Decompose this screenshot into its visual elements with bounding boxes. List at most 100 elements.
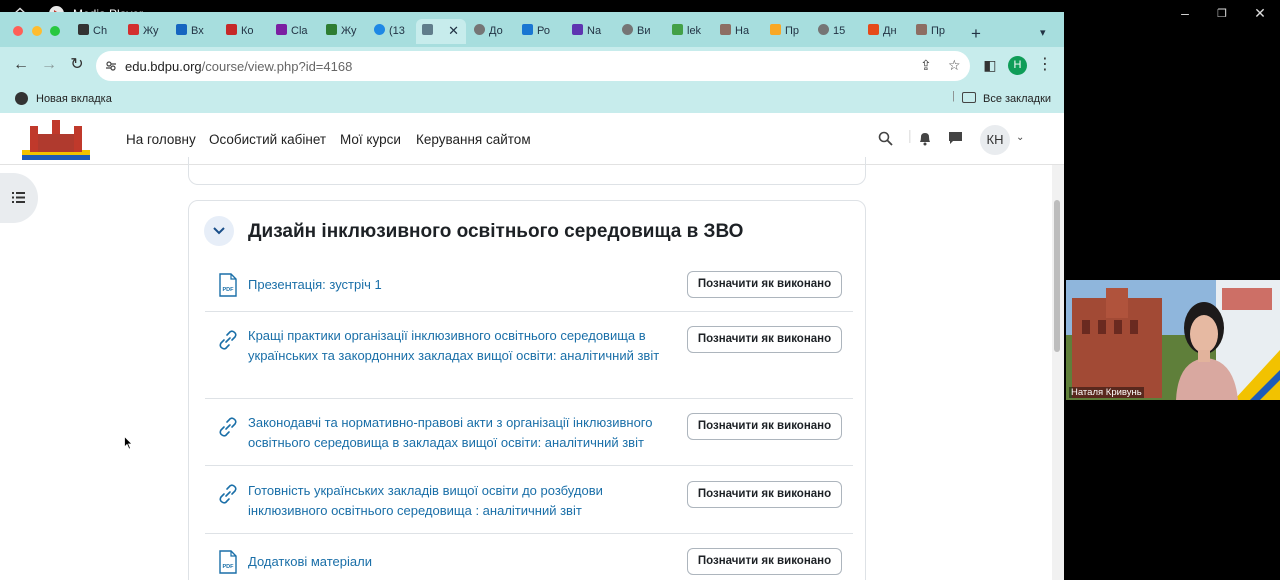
activity-link[interactable]: Додаткові матеріали: [248, 552, 678, 572]
tab-label: Ha: [735, 25, 750, 37]
browser-menu-icon[interactable]: ⋮: [1036, 56, 1054, 74]
tab-strip: Ch Жу Вх Ко Cla Жу (13 ✕ До Ро Na Ви lek…: [0, 12, 1064, 44]
nav-dashboard[interactable]: Особистий кабінет: [209, 132, 326, 147]
profile-avatar[interactable]: Н: [1008, 56, 1027, 75]
tab-label: lek: [687, 25, 702, 37]
tab-favicon-icon: [474, 24, 485, 35]
url-path: /course/view.php?id=4168: [201, 59, 353, 74]
tab[interactable]: Пр: [916, 24, 954, 42]
back-arrow-icon[interactable]: ←: [12, 56, 30, 74]
tab[interactable]: 15: [818, 24, 856, 42]
tab[interactable]: Ро: [522, 24, 560, 42]
nav-home[interactable]: На головну: [126, 132, 196, 147]
chevron-down-icon[interactable]: ⌄: [1016, 132, 1024, 143]
course-index-toggle[interactable]: [0, 173, 38, 223]
tab[interactable]: Жу: [326, 24, 364, 42]
mark-done-button[interactable]: Позначити як виконано: [687, 271, 842, 298]
svg-text:PDF: PDF: [223, 564, 235, 570]
mouse-cursor-icon: [124, 436, 133, 450]
tab[interactable]: Жу: [128, 24, 166, 42]
url-domain: edu.bdpu.org: [125, 59, 202, 74]
tab[interactable]: Вх: [176, 24, 214, 42]
tab[interactable]: (13: [374, 24, 412, 42]
tab-favicon-icon: [868, 24, 879, 35]
activity-row: Законодавчі та нормативно-правові акти з…: [205, 399, 853, 466]
tab-label: Жу: [341, 25, 357, 37]
messages-icon[interactable]: [948, 131, 963, 145]
tab-label: Жу: [143, 25, 159, 37]
tab[interactable]: Na: [572, 24, 610, 42]
user-avatar[interactable]: КН: [980, 125, 1010, 155]
mark-done-button[interactable]: Позначити як виконано: [687, 481, 842, 508]
all-bookmarks[interactable]: Все закладки: [983, 93, 1051, 105]
activity-link[interactable]: Презентація: зустріч 1: [248, 275, 678, 295]
tab[interactable]: Пр: [770, 24, 808, 42]
tab-favicon-icon: [374, 24, 385, 35]
tab-label: (13: [389, 25, 405, 37]
tab-favicon-icon: [326, 24, 337, 35]
search-icon[interactable]: [878, 131, 893, 146]
activity-link[interactable]: Кращі практики організації інклюзивного …: [248, 326, 678, 365]
tab[interactable]: Ha: [720, 24, 758, 42]
nav-my-courses[interactable]: Мої курси: [340, 132, 401, 147]
activity-link[interactable]: Готовність українських закладів вищої ос…: [248, 481, 678, 520]
mark-done-button[interactable]: Позначити як виконано: [687, 548, 842, 575]
reload-icon[interactable]: ↻: [68, 56, 86, 74]
list-icon: [12, 192, 25, 203]
browser-toolbar: ← → ↻ edu.bdpu.org/course/view.php?id=41…: [0, 47, 1064, 85]
side-panel-icon[interactable]: ◧: [981, 56, 999, 74]
share-icon[interactable]: ⇪: [920, 57, 932, 74]
close-window-icon[interactable]: ✕: [1252, 5, 1268, 22]
tab-favicon-icon: [522, 24, 533, 35]
traffic-minimize-icon[interactable]: [32, 26, 42, 36]
traffic-close-icon[interactable]: [13, 26, 23, 36]
scrollbar-thumb[interactable]: [1054, 200, 1060, 352]
tab-favicon-icon: [572, 24, 583, 35]
tab-close-icon[interactable]: ✕: [448, 23, 459, 39]
section-collapse-button[interactable]: [204, 216, 234, 246]
activity-row: PDF Презентація: зустріч 1 Позначити як …: [205, 259, 853, 312]
tab-label: Ви: [637, 25, 651, 37]
forward-arrow-icon[interactable]: →: [40, 56, 58, 74]
tab[interactable]: Ко: [226, 24, 264, 42]
tab-favicon-icon: [128, 24, 139, 35]
tab-search-chevron-icon[interactable]: ▾: [1040, 26, 1046, 39]
restore-icon[interactable]: ❐: [1214, 7, 1230, 20]
mark-done-button[interactable]: Позначити як виконано: [687, 326, 842, 353]
participant-name: Наталя Кривунь: [1069, 387, 1144, 398]
tab-favicon-icon: [422, 24, 433, 35]
pdf-icon: PDF: [219, 273, 237, 297]
tab-label: Вх: [191, 25, 204, 37]
divider: |: [952, 90, 955, 102]
site-logo[interactable]: [16, 116, 96, 162]
traffic-zoom-icon[interactable]: [50, 26, 60, 36]
globe-icon: [15, 92, 28, 105]
bookmark-star-icon[interactable]: ☆: [948, 57, 961, 74]
tab[interactable]: До: [474, 24, 512, 42]
tab-favicon-icon: [770, 24, 781, 35]
link-icon: [219, 484, 237, 504]
tab-label: 15: [833, 25, 846, 37]
bookmark-new-tab[interactable]: Новая вкладка: [36, 93, 112, 105]
browser-chrome: Ch Жу Вх Ко Cla Жу (13 ✕ До Ро Na Ви lek…: [0, 12, 1064, 113]
tab[interactable]: Cla: [276, 24, 314, 42]
tab-favicon-icon: [916, 24, 927, 35]
tab-label: Пр: [931, 25, 946, 37]
webcam-picture: [1066, 280, 1280, 400]
bell-icon[interactable]: [918, 131, 932, 146]
site-info-icon[interactable]: [105, 60, 117, 72]
new-tab-plus-icon[interactable]: +: [971, 24, 981, 44]
tab[interactable]: Ch: [78, 24, 116, 42]
address-bar[interactable]: edu.bdpu.org/course/view.php?id=4168 ⇪ ☆: [96, 51, 970, 81]
tab-favicon-icon: [622, 24, 633, 35]
link-icon: [219, 330, 237, 350]
tab[interactable]: Дн: [868, 24, 906, 42]
mark-done-button[interactable]: Позначити як виконано: [687, 413, 842, 440]
activity-link[interactable]: Законодавчі та нормативно-правові акти з…: [248, 413, 678, 452]
tab[interactable]: Ви: [622, 24, 660, 42]
tab[interactable]: lek: [672, 24, 710, 42]
minimize-icon[interactable]: –: [1177, 5, 1193, 21]
nav-site-admin[interactable]: Керування сайтом: [416, 132, 531, 147]
tab-active[interactable]: ✕: [416, 19, 466, 44]
page-scrollbar[interactable]: [1052, 165, 1064, 580]
